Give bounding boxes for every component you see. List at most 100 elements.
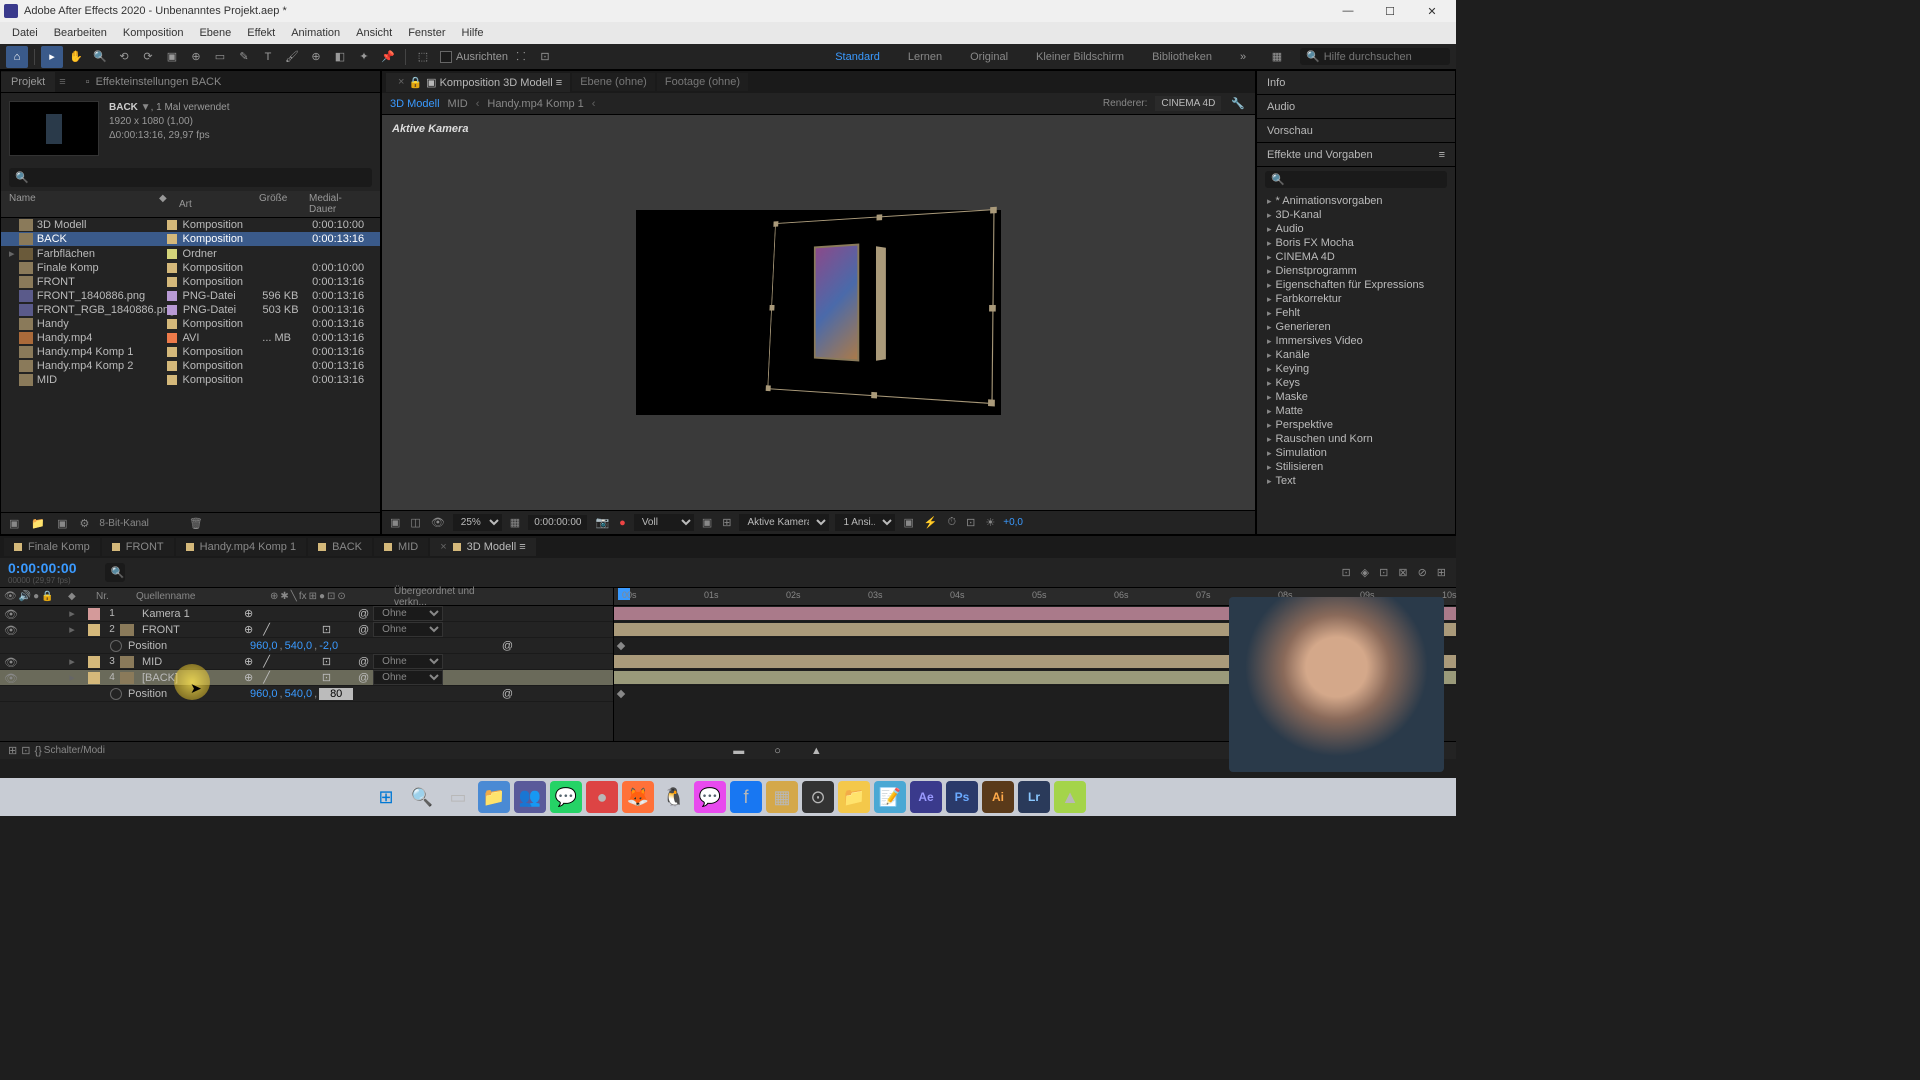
solo-col-icon[interactable]: ● — [33, 591, 39, 602]
label-col-icon[interactable]: ◆ — [68, 591, 76, 602]
comp-thumbnail[interactable] — [9, 101, 99, 156]
app-icon-3[interactable]: ▦ — [766, 781, 798, 813]
layer-label[interactable] — [88, 672, 100, 684]
timeline-tab[interactable]: MID — [374, 538, 428, 556]
project-item[interactable]: FRONT_RGB_1840886.png PNG-Datei 503 KB 0… — [1, 303, 380, 317]
effect-category[interactable]: ▸ Stilisieren — [1257, 460, 1455, 474]
position-z-input[interactable] — [319, 688, 353, 700]
layer-twirl[interactable]: ▸ — [69, 607, 75, 620]
project-search[interactable]: 🔍 — [9, 168, 372, 187]
trash-icon[interactable]: 🗑 — [187, 515, 205, 532]
effect-category[interactable]: ▸ Eigenschaften für Expressions — [1257, 278, 1455, 292]
effect-category[interactable]: ▸ * Animationsvorgaben — [1257, 194, 1455, 208]
composition-canvas[interactable] — [636, 210, 1001, 415]
facebook-icon[interactable]: f — [730, 781, 762, 813]
selection-tool[interactable]: ▸ — [41, 46, 63, 68]
menu-ansicht[interactable]: Ansicht — [348, 24, 400, 42]
expand-workspace-icon[interactable]: » — [1232, 46, 1254, 68]
pan-behind-tool[interactable]: ⊕ — [185, 46, 207, 68]
zoom-tool[interactable]: 🔍 — [89, 46, 111, 68]
effects-list[interactable]: ▸ * Animationsvorgaben▸ 3D-Kanal▸ Audio▸… — [1257, 192, 1455, 534]
info-panel-tab[interactable]: Info — [1257, 71, 1455, 95]
always-preview-icon[interactable]: ▣ — [388, 514, 402, 531]
color-icon[interactable]: ● — [617, 515, 628, 531]
timeline-tab[interactable]: ×3D Modell ≡ — [430, 538, 535, 556]
comp-tab[interactable]: Ebene (ohne) — [572, 73, 655, 91]
timeline-search[interactable]: 🔍 — [105, 563, 125, 582]
keyframe-marker[interactable] — [617, 642, 625, 650]
effect-category[interactable]: ▸ Perspektive — [1257, 418, 1455, 432]
roto-tool[interactable]: ✦ — [353, 46, 375, 68]
layer-label[interactable] — [88, 656, 100, 668]
menu-animation[interactable]: Animation — [283, 24, 348, 42]
project-list[interactable]: 3D Modell Komposition 0:00:10:00 BACK Ko… — [1, 218, 380, 512]
camera-select[interactable]: Aktive Kamera — [739, 514, 829, 531]
notepad-icon[interactable]: 📝 — [874, 781, 906, 813]
pickwhip-icon[interactable]: @ — [358, 624, 369, 636]
effect-category[interactable]: ▸ Farbkorrektur — [1257, 292, 1455, 306]
project-item[interactable]: Finale Komp Komposition 0:00:10:00 — [1, 261, 380, 275]
stopwatch-icon[interactable] — [110, 688, 122, 700]
ai-taskbar-icon[interactable]: Ai — [982, 781, 1014, 813]
visibility-toggle[interactable]: 👁 — [4, 672, 16, 684]
menu-bearbeiten[interactable]: Bearbeiten — [46, 24, 115, 42]
snapshot-icon[interactable]: 📷 — [593, 514, 611, 531]
layer-twirl[interactable]: ▸ — [69, 655, 75, 668]
expression-pickwhip-icon[interactable]: @ — [502, 640, 513, 652]
obs-icon[interactable]: ⊙ — [802, 781, 834, 813]
folder-icon[interactable]: 📁 — [838, 781, 870, 813]
effect-category[interactable]: ▸ Rauschen und Korn — [1257, 432, 1455, 446]
teams-icon[interactable]: 👥 — [514, 781, 546, 813]
project-item[interactable]: 3D Modell Komposition 0:00:10:00 — [1, 218, 380, 232]
timeline-layer[interactable]: 👁 ▸ 2 FRONT ⊕╱⊡ @Ohne — [0, 622, 613, 638]
workspace-standard[interactable]: Standard — [827, 47, 888, 67]
effect-category[interactable]: ▸ Audio — [1257, 222, 1455, 236]
pickwhip-icon[interactable]: @ — [358, 656, 369, 668]
lock-col-icon[interactable]: 🔒 — [41, 591, 53, 602]
timeline-tab[interactable]: Finale Komp — [4, 538, 100, 556]
zoom-slider[interactable]: ○ — [774, 745, 781, 757]
menu-komposition[interactable]: Komposition — [115, 24, 192, 42]
comp-tab[interactable]: ×🔒 ▣ Komposition 3D Modell ≡ — [386, 73, 570, 92]
grid-icon[interactable]: ⊞ — [720, 514, 733, 531]
exposure-reset-icon[interactable]: ☀ — [983, 514, 997, 531]
effect-category[interactable]: ▸ Boris FX Mocha — [1257, 236, 1455, 250]
current-time[interactable]: 0:00:00:00 — [8, 560, 77, 576]
rotate-tool[interactable]: ⟳ — [137, 46, 159, 68]
effect-category[interactable]: ▸ Simulation — [1257, 446, 1455, 460]
help-search-input[interactable] — [1324, 51, 1444, 63]
text-tool[interactable]: T — [257, 46, 279, 68]
pickwhip-icon[interactable]: @ — [358, 608, 369, 620]
timeline-icon[interactable]: ⏱ — [946, 514, 959, 531]
expression-pickwhip-icon[interactable]: @ — [502, 688, 513, 700]
effect-category[interactable]: ▸ 3D-Kanal — [1257, 208, 1455, 222]
project-item[interactable]: Handy Komposition 0:00:13:16 — [1, 317, 380, 331]
effect-category[interactable]: ▸ Fehlt — [1257, 306, 1455, 320]
ps-taskbar-icon[interactable]: Ps — [946, 781, 978, 813]
breadcrumb-item[interactable]: MID — [448, 98, 468, 110]
zoom-in-icon[interactable]: ▲ — [811, 745, 822, 757]
effects-search[interactable]: 🔍 — [1265, 171, 1447, 188]
comp-time[interactable]: 0:00:00:00 — [528, 515, 587, 530]
preview-panel-tab[interactable]: Vorschau — [1257, 119, 1455, 143]
layer-twirl[interactable]: ▸ — [69, 623, 75, 636]
workspace-kleiner bildschirm[interactable]: Kleiner Bildschirm — [1028, 47, 1132, 67]
bit-depth[interactable]: 8-Bit-Kanal — [99, 518, 148, 529]
mask-icon[interactable]: 👁 — [429, 514, 447, 531]
project-item[interactable]: ▸ Farbflächen Ordner — [1, 246, 380, 261]
interpret-icon[interactable]: ▣ — [7, 515, 21, 532]
menu-datei[interactable]: Datei — [4, 24, 46, 42]
layer-twirl[interactable]: ▸ — [69, 671, 75, 684]
switch-icon[interactable]: ⊕ — [270, 591, 278, 602]
timeline-tab[interactable]: FRONT — [102, 538, 174, 556]
audio-col-icon[interactable]: 🔊 — [19, 591, 31, 602]
stopwatch-icon[interactable] — [110, 640, 122, 652]
app-icon-4[interactable]: ▲ — [1054, 781, 1086, 813]
effect-category[interactable]: ▸ Generieren — [1257, 320, 1455, 334]
whatsapp-icon[interactable]: 💬 — [550, 781, 582, 813]
effect-category[interactable]: ▸ Keys — [1257, 376, 1455, 390]
snap-option-1[interactable]: ⸬ — [510, 46, 532, 68]
phone-3d-object[interactable] — [811, 245, 876, 385]
resolution-select[interactable]: Voll — [634, 514, 694, 531]
menu-hilfe[interactable]: Hilfe — [454, 24, 492, 42]
